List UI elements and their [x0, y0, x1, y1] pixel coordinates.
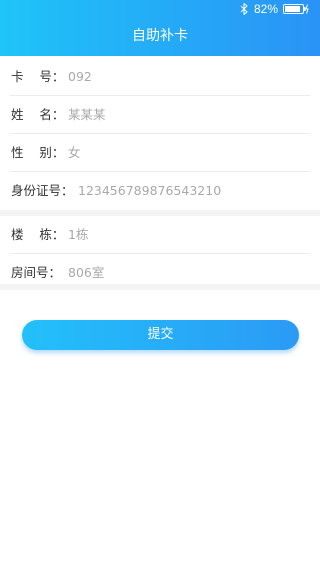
card-number-value: 092	[68, 69, 92, 84]
card-number-row: 卡 号： 092	[0, 58, 320, 96]
id-number-row: 身份证号： 123456789876543210	[0, 172, 320, 210]
status-bar: 82%	[0, 0, 320, 18]
bluetooth-icon	[240, 3, 248, 15]
building-label: 楼 栋：	[11, 227, 65, 242]
header-bar: 82% 自助补卡	[0, 0, 320, 56]
dorm-info-section: 楼 栋： 1栋 房间号： 806室	[0, 216, 320, 284]
battery-percent: 82%	[254, 2, 279, 16]
room-label: 房间号：	[11, 265, 62, 280]
name-label: 姓 名：	[11, 107, 65, 122]
gender-value: 女	[68, 145, 81, 160]
room-value: 806室	[68, 265, 105, 280]
gender-row: 性 别： 女	[0, 134, 320, 172]
id-number-value: 123456789876543210	[78, 183, 222, 198]
building-value: 1栋	[68, 227, 89, 242]
name-row: 姓 名： 某某某	[0, 96, 320, 134]
gender-label: 性 别：	[11, 145, 65, 160]
id-number-label: 身份证号：	[11, 183, 74, 198]
name-value: 某某某	[68, 107, 106, 122]
card-number-label: 卡 号：	[11, 69, 65, 84]
submit-button[interactable]: 提交	[22, 320, 299, 350]
basic-info-section: 卡 号： 092 姓 名： 某某某 性 别： 女 身份证号： 123456789…	[0, 58, 320, 210]
section-separator	[0, 284, 320, 290]
battery-charging-icon	[283, 4, 309, 14]
building-row: 楼 栋： 1栋	[0, 216, 320, 254]
page-title: 自助补卡	[132, 28, 188, 44]
